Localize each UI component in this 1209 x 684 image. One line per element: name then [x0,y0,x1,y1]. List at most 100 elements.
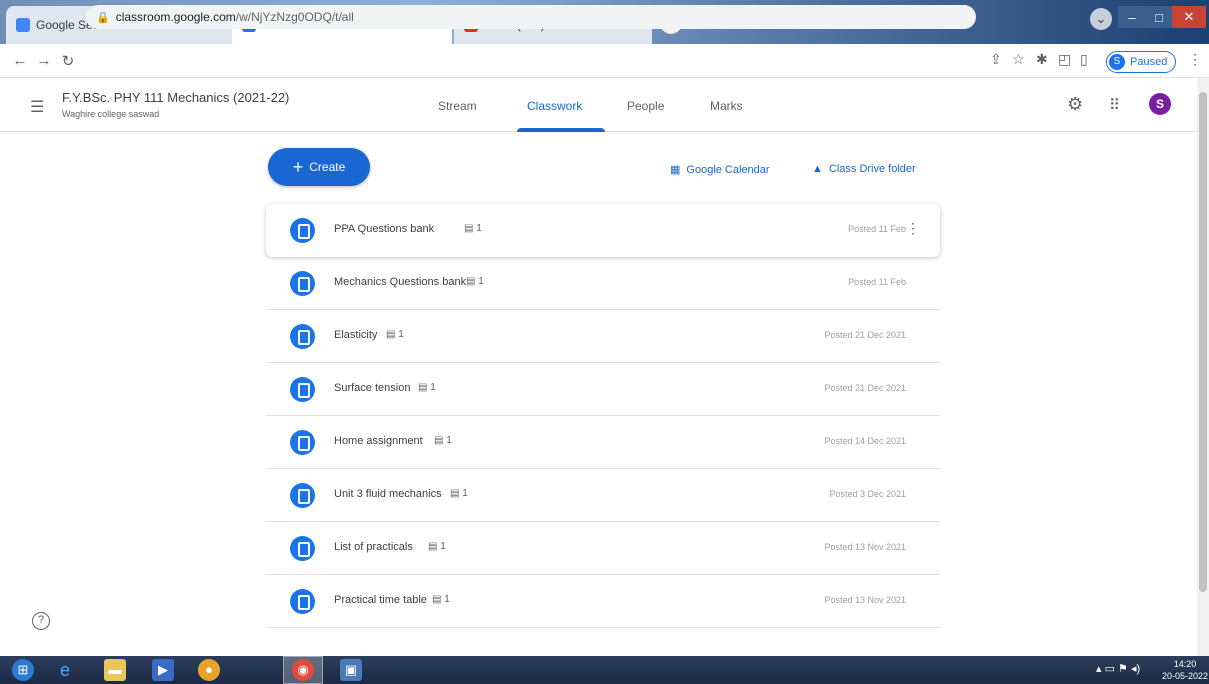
attachment-count: ▤ 1 [464,223,482,234]
list-item[interactable]: Surface tension ▤ 1 Posted 21 Dec 2021 [266,363,940,416]
tab-search-icon[interactable]: ⌄ [1090,8,1112,30]
tab-marks[interactable]: Marks [710,99,743,113]
scrollbar-thumb[interactable] [1199,92,1207,592]
active-tab-indicator [517,128,605,132]
google-apps-icon[interactable]: ⠿ [1109,96,1120,114]
url-field[interactable]: 🔒 classroom.google.com/w/NjYzNzg0ODQ/t/a… [86,5,976,29]
attachment-number: 1 [446,435,452,446]
create-button[interactable]: + Create [268,148,370,186]
forward-icon[interactable]: → [32,52,56,69]
firefox-icon[interactable]: ● [198,659,220,681]
attachment-number: 1 [476,223,482,234]
lock-icon: 🔒 [96,11,110,24]
posted-date: Posted 13 Nov 2021 [824,595,906,605]
list-item[interactable]: Mechanics Questions bank ▤ 1 Posted 11 F… [266,257,940,310]
url-text: classroom.google.com/w/NjYzNzg0ODQ/t/all [116,10,354,24]
google-icon [16,18,30,32]
drive-label: Class Drive folder [828,163,916,175]
account-avatar[interactable]: S [1149,93,1171,115]
tab-stream[interactable]: Stream [438,99,477,113]
clock-time: 14:20 [1173,659,1197,669]
help-icon[interactable]: ? [32,612,50,630]
url-path: /w/NjYzNzg0ODQ/t/all [235,10,354,24]
internet-explorer-icon[interactable]: e [54,659,76,681]
material-icon [290,218,315,243]
course-subtitle: Waghire college saswad [62,109,160,119]
posted-date: Posted 21 Dec 2021 [824,383,906,393]
material-icon [290,324,315,349]
list-item[interactable]: Unit 3 fluid mechanics ▤ 1 Posted 3 Dec … [266,469,940,522]
media-player-icon[interactable]: ▶ [152,659,174,681]
item-title: Home assignment [334,435,423,447]
list-item[interactable]: PPA Questions bank ▤ 1 Posted 11 Feb ⋮ [266,204,940,257]
attachment-number: 1 [444,594,450,605]
minimize-icon[interactable]: – [1118,6,1146,28]
address-bar: ← → ↻ [0,44,1209,78]
attachment-count: ▤ 1 [386,329,404,340]
attachment-count: ▤ 1 [428,541,446,552]
close-window-icon[interactable]: ✕ [1172,6,1206,28]
clock-date: 20-05-2022 [1162,671,1209,681]
material-icon [290,430,315,455]
posted-date: Posted 21 Dec 2021 [824,330,906,340]
taskbar: ⊞ e ▬ ▶ ● ◉ ▣ ▴ ▭ ⚑ ◂) 14:20 20-05-2022 [0,656,1209,684]
posted-date: Posted 11 Feb [848,224,906,234]
item-title: Elasticity [334,329,378,341]
tab-people[interactable]: People [627,99,664,113]
attachment-number: 1 [398,329,404,340]
back-icon[interactable]: ← [8,52,32,69]
file-explorer-icon[interactable]: ▬ [104,659,126,681]
posted-date: Posted 14 Dec 2021 [824,436,906,446]
app-window-icon[interactable]: ▣ [340,659,362,681]
calendar-icon: ▦ [670,164,681,176]
list-item[interactable]: Elasticity ▤ 1 Posted 21 Dec 2021 [266,310,940,363]
reload-icon[interactable]: ↻ [56,52,80,70]
item-title: List of practicals [334,541,413,553]
paused-label: Paused [1130,56,1168,68]
profile-paused-button[interactable]: S Paused [1106,51,1177,73]
attachment-count: ▤ 1 [434,435,452,446]
main-menu-icon[interactable]: ☰ [30,97,44,117]
attachment-number: 1 [440,541,446,552]
posted-date: Posted 13 Nov 2021 [824,542,906,552]
class-drive-folder-link[interactable]: ▲ Class Drive folder [812,163,916,175]
material-icon [290,536,315,561]
list-item[interactable]: Practical time table ▤ 1 Posted 13 Nov 2… [266,575,940,628]
item-title: Practical time table [334,594,427,606]
attachment-number: 1 [478,276,484,287]
google-calendar-link[interactable]: ▦ Google Calendar [670,163,770,177]
side-panel-icon[interactable]: ▯ [1080,51,1088,68]
extension-icon[interactable]: ◰ [1058,51,1071,68]
system-tray-icons[interactable]: ▴ ▭ ⚑ ◂) [1096,662,1140,675]
item-title: PPA Questions bank [334,223,435,235]
classwork-list: PPA Questions bank ▤ 1 Posted 11 Feb ⋮ M… [266,204,940,628]
bookmark-star-icon[interactable]: ☆ [1012,51,1025,68]
attachment-count: ▤ 1 [450,488,468,499]
material-icon [290,377,315,402]
calendar-label: Google Calendar [686,163,770,176]
more-options-icon[interactable]: ⋮ [906,220,920,237]
posted-date: Posted 11 Feb [848,277,906,287]
course-title[interactable]: F.Y.BSc. PHY 111 Mechanics (2021-22) [62,90,289,105]
chrome-icon[interactable]: ◉ [292,659,314,681]
settings-gear-icon[interactable]: ⚙ [1067,94,1083,115]
attachment-count: ▤ 1 [418,382,436,393]
start-button-icon[interactable]: ⊞ [12,659,34,681]
plus-icon: + [292,156,304,177]
attachment-count: ▤ 1 [466,276,484,287]
system-clock[interactable]: 14:20 20-05-2022 [1162,658,1208,682]
extensions-icon[interactable]: ✱ [1036,51,1048,68]
browser-menu-icon[interactable]: ⋮ [1188,51,1202,68]
maximize-icon[interactable]: □ [1146,6,1172,28]
tab-classwork[interactable]: Classwork [527,99,582,113]
list-item[interactable]: List of practicals ▤ 1 Posted 13 Nov 202… [266,522,940,575]
material-icon [290,483,315,508]
attachment-number: 1 [462,488,468,499]
attachment-count: ▤ 1 [432,594,450,605]
list-item[interactable]: Home assignment ▤ 1 Posted 14 Dec 2021 [266,416,940,469]
material-icon [290,271,315,296]
share-icon[interactable]: ⇪ [990,51,1002,68]
profile-avatar: S [1109,54,1125,70]
item-title: Mechanics Questions bank [334,276,467,288]
attachment-number: 1 [430,382,436,393]
